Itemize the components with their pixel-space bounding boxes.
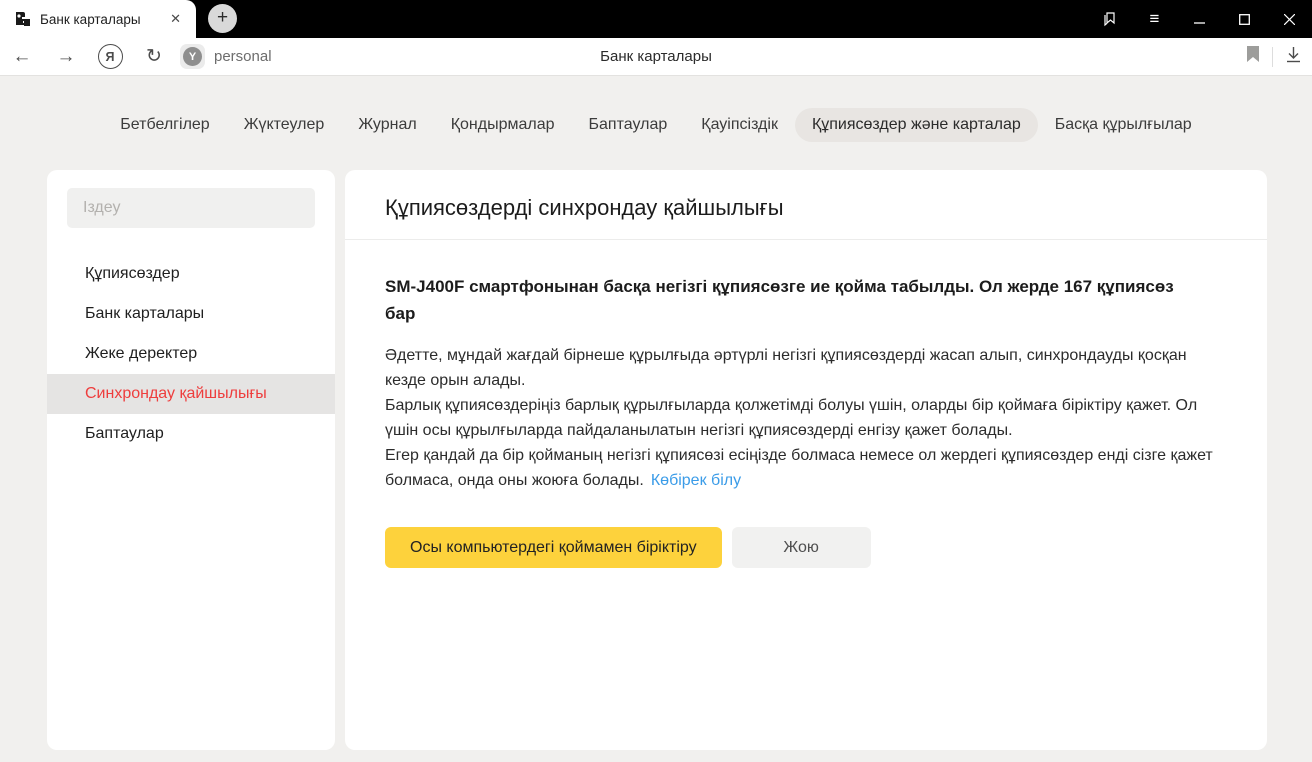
sidebar-item-bank-cards[interactable]: Банк карталары [47, 294, 335, 334]
toolbar-separator [1272, 47, 1273, 67]
nav-tab-bookmarks[interactable]: Бетбелгілер [103, 108, 226, 142]
sidebar-item-personal-data[interactable]: Жеке деректер [47, 334, 335, 374]
nav-tab-history[interactable]: Журнал [341, 108, 433, 142]
sidebar: Құпиясөздер Банк карталары Жеке деректер… [47, 170, 335, 750]
tab-strip: Банк карталары ✕ + ≡ [0, 0, 1312, 38]
key-favicon-icon [13, 10, 31, 28]
search-box[interactable] [67, 188, 315, 228]
conflict-description: Әдетте, мұндай жағдай бірнеше құрылғыда … [385, 344, 1221, 494]
search-input[interactable] [83, 199, 299, 217]
protect-badge: Y [180, 44, 205, 69]
nav-tab-extensions[interactable]: Қондырмалар [434, 108, 572, 142]
main-header: Құпиясөздерді синхрондау қайшылығы [345, 170, 1267, 240]
reload-button[interactable]: ↻ [132, 47, 176, 66]
yandex-home-button[interactable]: Я [88, 44, 132, 69]
description-paragraph-2: Барлық құпиясөздеріңіз барлық құрылғылар… [385, 394, 1221, 444]
sidebar-item-passwords[interactable]: Құпиясөздер [47, 254, 335, 294]
sidebar-list: Құпиясөздер Банк карталары Жеке деректер… [47, 254, 335, 454]
tab-title: Банк карталары [40, 12, 165, 27]
back-button[interactable]: ← [0, 47, 44, 66]
settings-nav: Бетбелгілер Жүктеулер Журнал Қондырмалар… [0, 108, 1312, 142]
description-paragraph-1: Әдетте, мұндай жағдай бірнеше құрылғыда … [385, 344, 1221, 394]
new-tab-button[interactable]: + [208, 4, 237, 33]
bookmark-flag-icon[interactable] [1246, 46, 1260, 68]
window-controls: ≡ [1087, 0, 1312, 38]
nav-tab-security[interactable]: Қауіпсіздік [684, 108, 795, 142]
merge-storage-button[interactable]: Осы компьютердегі қоймамен біріктіру [385, 527, 722, 568]
action-buttons: Осы компьютердегі қоймамен біріктіру Жою [385, 527, 1227, 568]
nav-tab-other-devices[interactable]: Басқа құрылғылар [1038, 108, 1209, 142]
nav-tab-settings[interactable]: Баптаулар [572, 108, 685, 142]
delete-button[interactable]: Жою [732, 527, 871, 568]
main-panel: Құпиясөздерді синхрондау қайшылығы SM-J4… [345, 170, 1267, 750]
sidebar-item-settings[interactable]: Баптаулар [47, 414, 335, 454]
minimize-button[interactable] [1177, 0, 1222, 38]
protect-icon: Y [183, 47, 202, 66]
nav-tab-passwords-cards[interactable]: Құпиясөздер және карталар [795, 108, 1038, 142]
url-badge-text: personal [214, 48, 272, 65]
bookmarks-panel-icon[interactable] [1087, 0, 1132, 38]
close-window-button[interactable] [1267, 0, 1312, 38]
menu-icon[interactable]: ≡ [1132, 0, 1177, 38]
conflict-alert-title: SM-J400F смартфонынан басқа негізгі құпи… [385, 273, 1205, 327]
page-title: Құпиясөздерді синхрондау қайшылығы [385, 195, 1227, 221]
sidebar-item-sync-conflict[interactable]: Синхрондау қайшылығы [47, 374, 335, 414]
downloads-icon[interactable] [1285, 46, 1302, 68]
browser-toolbar: ← → Я ↻ Y personal Банк карталары [0, 38, 1312, 76]
nav-tab-downloads[interactable]: Жүктеулер [227, 108, 342, 142]
description-paragraph-3: Егер қандай да бір қойманың негізгі құпи… [385, 444, 1221, 494]
address-bar[interactable]: Y personal [180, 44, 272, 69]
maximize-button[interactable] [1222, 0, 1267, 38]
forward-button[interactable]: → [44, 47, 88, 66]
browser-tab[interactable]: Банк карталары ✕ [0, 0, 196, 38]
learn-more-link[interactable]: Көбірек білу [651, 472, 741, 489]
yandex-icon: Я [98, 44, 123, 69]
browser-window: Банк карталары ✕ + ≡ ← [0, 0, 1312, 762]
main-content: SM-J400F смартфонынан басқа негізгі құпи… [345, 240, 1267, 568]
tab-close-icon[interactable]: ✕ [165, 9, 186, 29]
